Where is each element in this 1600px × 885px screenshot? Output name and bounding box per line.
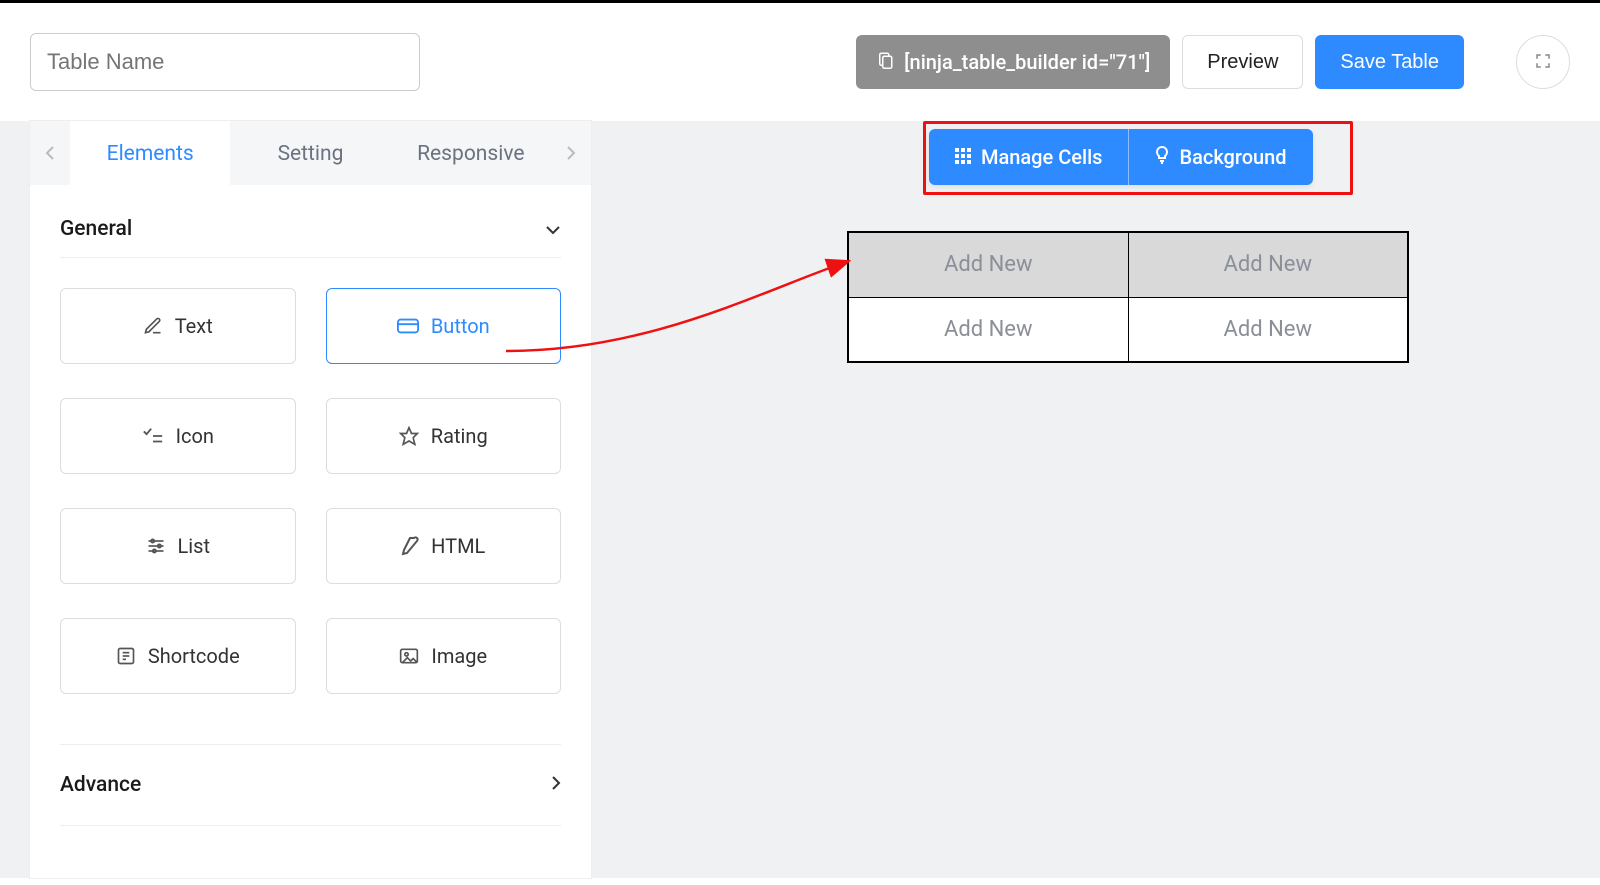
preview-button[interactable]: Preview	[1182, 35, 1303, 89]
element-shortcode[interactable]: Shortcode	[60, 618, 296, 694]
element-html[interactable]: HTML	[326, 508, 562, 584]
chevron-down-icon	[545, 220, 561, 239]
manage-cells-label: Manage Cells	[981, 145, 1102, 169]
sliders-icon	[146, 537, 166, 555]
section-advance-title: Advance	[60, 773, 141, 797]
table-name-input[interactable]	[30, 33, 420, 91]
header-actions: [ninja_table_builder id="71"] Preview Sa…	[856, 35, 1570, 89]
shortcode-icon	[116, 646, 136, 666]
element-icon[interactable]: Icon	[60, 398, 296, 474]
element-button[interactable]: Button	[326, 288, 562, 364]
pencil-icon	[401, 536, 419, 556]
save-table-button[interactable]: Save Table	[1315, 35, 1464, 89]
tab-responsive[interactable]: Responsive	[391, 121, 551, 185]
element-rating[interactable]: Rating	[326, 398, 562, 474]
check-list-icon	[142, 427, 164, 445]
element-label: HTML	[431, 534, 485, 558]
canvas-toolbar: Manage Cells Background	[929, 129, 1313, 185]
element-label: List	[178, 534, 211, 558]
tab-setting[interactable]: Setting	[230, 121, 390, 185]
tabs-next-arrow[interactable]	[551, 121, 591, 185]
background-button[interactable]: Background	[1128, 129, 1312, 185]
element-list[interactable]: List	[60, 508, 296, 584]
button-icon	[397, 318, 419, 334]
canvas: Manage Cells Background Add New Add New …	[591, 121, 1600, 878]
image-icon	[399, 647, 419, 665]
elements-grid: Text Button	[60, 288, 561, 694]
element-image[interactable]: Image	[326, 618, 562, 694]
chevron-right-icon	[551, 773, 561, 797]
element-label: Button	[431, 314, 490, 338]
element-text[interactable]: Text	[60, 288, 296, 364]
table-cell[interactable]: Add New	[848, 297, 1128, 362]
section-advance-header[interactable]: Advance	[60, 744, 561, 826]
table-preview: Add New Add New Add New Add New	[847, 231, 1409, 363]
element-label: Shortcode	[148, 644, 240, 668]
element-label: Text	[175, 314, 213, 338]
background-label: Background	[1179, 145, 1286, 169]
tab-elements[interactable]: Elements	[70, 121, 230, 185]
copy-shortcode-icon	[876, 50, 894, 74]
workspace: Elements Setting Responsive General	[0, 121, 1600, 878]
table-cell[interactable]: Add New	[848, 232, 1128, 297]
tabs-prev-arrow[interactable]	[30, 121, 70, 185]
fullscreen-button[interactable]	[1516, 35, 1570, 89]
table-row: Add New Add New	[848, 232, 1408, 297]
grid-icon	[955, 145, 971, 169]
element-label: Rating	[431, 424, 488, 448]
manage-cells-button[interactable]: Manage Cells	[929, 129, 1128, 185]
bulb-icon	[1155, 145, 1169, 169]
element-label: Image	[431, 644, 487, 668]
fullscreen-icon	[1534, 52, 1552, 73]
sidebar: Elements Setting Responsive General	[30, 121, 591, 878]
table-row: Add New Add New	[848, 297, 1408, 362]
shortcode-chip[interactable]: [ninja_table_builder id="71"]	[856, 35, 1170, 89]
table-cell[interactable]: Add New	[1128, 297, 1408, 362]
star-icon	[399, 426, 419, 446]
section-general-header[interactable]: General	[60, 205, 561, 258]
sidebar-tabs: Elements Setting Responsive	[30, 121, 591, 185]
element-label: Icon	[176, 424, 214, 448]
section-general-title: General	[60, 217, 132, 241]
edit-icon	[143, 316, 163, 336]
shortcode-text: [ninja_table_builder id="71"]	[904, 50, 1150, 74]
table-cell[interactable]: Add New	[1128, 232, 1408, 297]
header-bar: [ninja_table_builder id="71"] Preview Sa…	[0, 3, 1600, 121]
